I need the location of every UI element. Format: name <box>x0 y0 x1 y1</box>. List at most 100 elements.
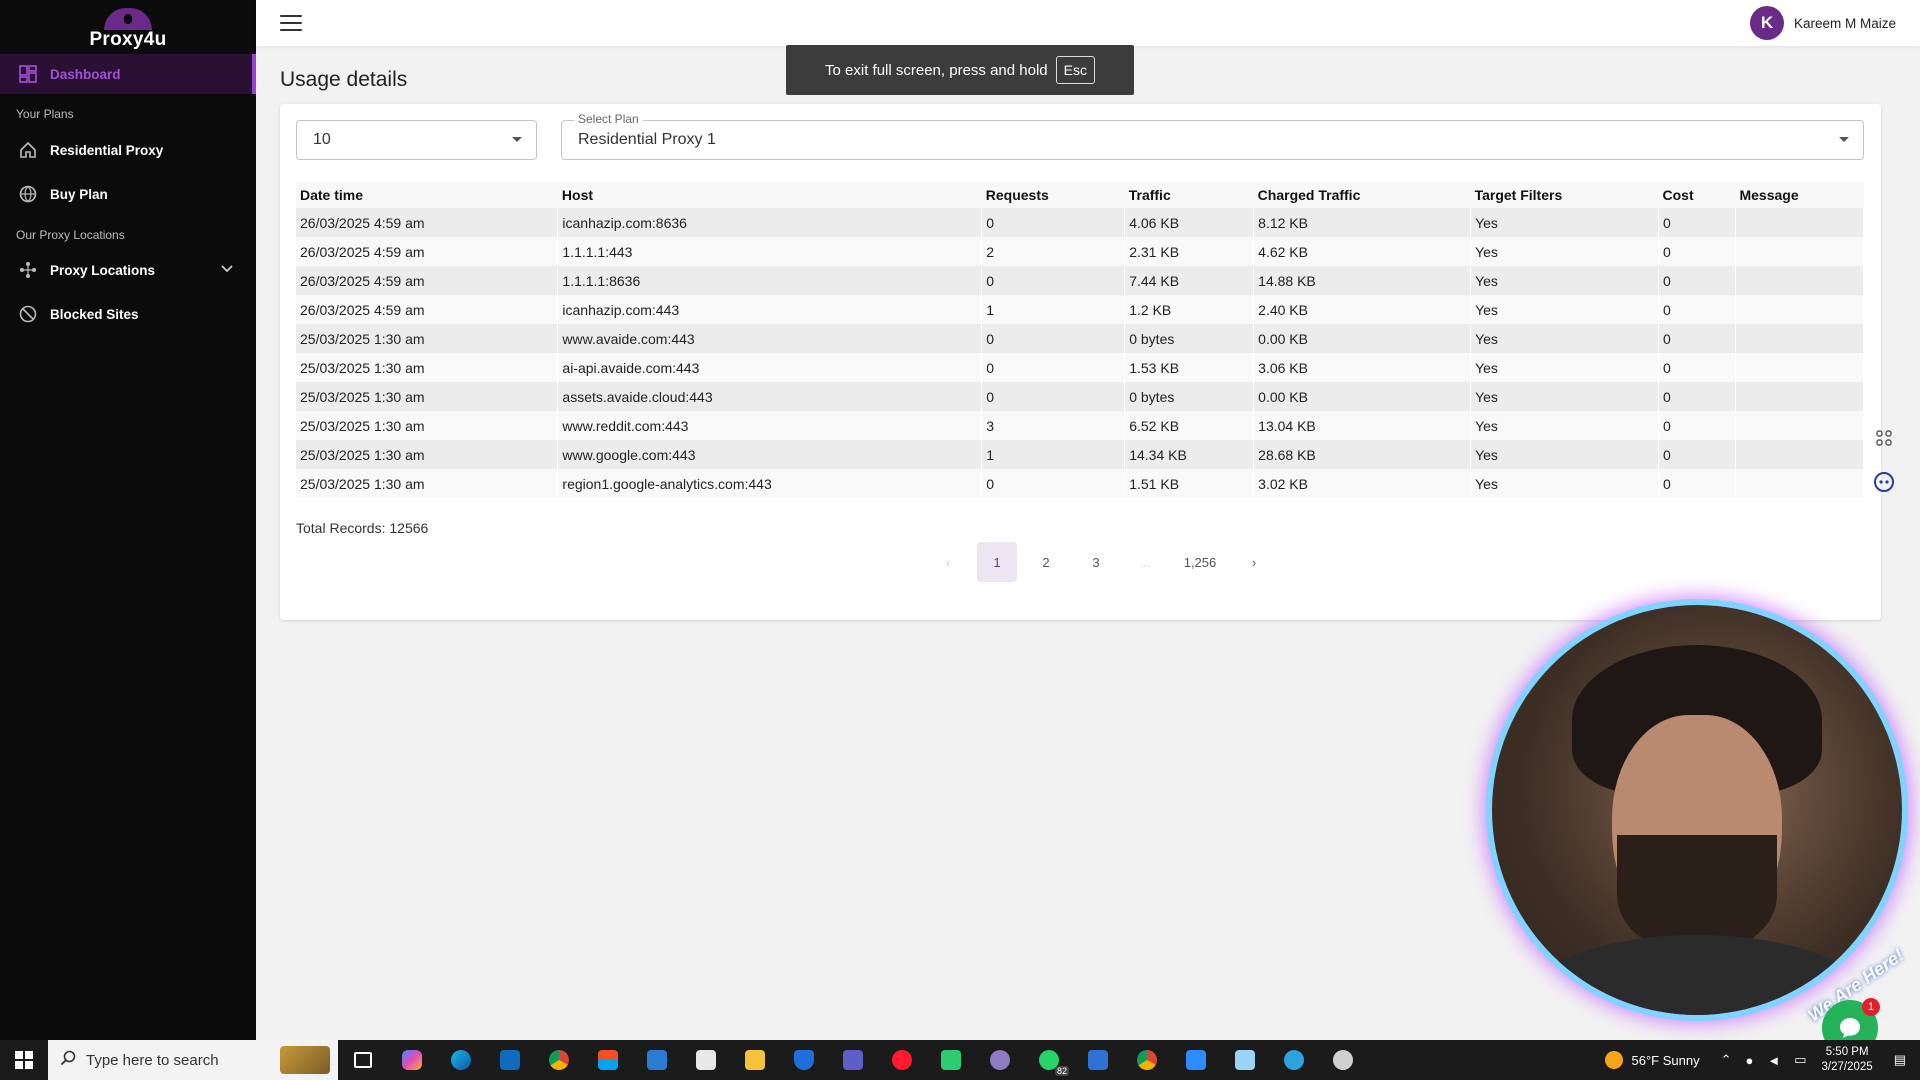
table-cell: 25/03/2025 1:30 am <box>296 353 559 382</box>
block-icon <box>18 304 38 324</box>
table-row[interactable]: 25/03/2025 1:30 am region1.google-analyti… <box>296 469 1865 498</box>
table-cell <box>1735 382 1865 411</box>
table-row[interactable]: 26/03/2025 4:59 am icanhazip.com:443 1 1.2 … <box>296 295 1865 324</box>
weather-widget[interactable]: 56°F Sunny <box>1605 1051 1700 1069</box>
table-cell: Yes <box>1470 237 1660 266</box>
table-row[interactable]: 26/03/2025 4:59 am 1.1.1.1:443 2 2.31 KB 4.6… <box>296 237 1865 266</box>
apps-grid-icon[interactable] <box>1872 426 1896 450</box>
table-row[interactable]: 25/03/2025 1:30 am assets.avaide.cloud:44… <box>296 382 1865 411</box>
chrome-icon[interactable] <box>534 1040 583 1080</box>
chevron-up-icon[interactable]: ⌃ <box>1721 1052 1732 1068</box>
pagination-page-1[interactable]: 1 <box>977 542 1017 582</box>
table-row[interactable]: 25/03/2025 1:30 am www.avaide.com:443 0 0 b… <box>296 324 1865 353</box>
file-explorer-icon[interactable] <box>730 1040 779 1080</box>
assistant-bot-icon[interactable] <box>1872 470 1896 494</box>
network-icon <box>18 260 38 280</box>
chat-notification-badge: 1 <box>1862 998 1880 1016</box>
notepad-icon[interactable] <box>681 1040 730 1080</box>
column-header[interactable]: Charged Traffic <box>1253 182 1471 208</box>
teams-icon[interactable] <box>828 1040 877 1080</box>
table-cell: 0.00 KB <box>1253 382 1472 411</box>
sidebar-item-label: Dashboard <box>50 66 121 82</box>
table-cell: 0 <box>981 208 1126 237</box>
column-header[interactable]: Traffic <box>1124 182 1254 208</box>
sidebar-item-buy-plan[interactable]: Buy Plan <box>0 174 256 214</box>
opera-icon[interactable] <box>877 1040 926 1080</box>
table-row[interactable]: 25/03/2025 1:30 am ai-api.avaide.com:443 0… <box>296 353 1865 382</box>
table-cell: 3.06 KB <box>1253 353 1472 382</box>
rows-per-page-select[interactable]: 10 <box>296 120 537 160</box>
sidebar-item-proxy-locations[interactable]: Proxy Locations <box>0 250 256 290</box>
whatsapp-badge: 82 <box>1054 1066 1069 1076</box>
sidebar-item-dashboard[interactable]: Dashboard <box>0 54 256 94</box>
pagination-last-page[interactable]: 1,256 <box>1172 542 1228 582</box>
pagination-page-2[interactable]: 2 <box>1026 542 1066 582</box>
copilot-icon[interactable] <box>387 1040 436 1080</box>
table-row[interactable]: 26/03/2025 4:59 am icanhazip.com:8636 0 4.0… <box>296 208 1865 237</box>
pen-icon[interactable] <box>1220 1040 1269 1080</box>
table-cell: 8.12 KB <box>1253 208 1472 237</box>
pagination-prev-button[interactable]: ‹ <box>928 542 968 582</box>
sidebar-item-label: Residential Proxy <box>50 142 164 158</box>
column-header[interactable]: Message <box>1735 182 1864 208</box>
volume-icon[interactable]: ◄ <box>1767 1053 1780 1068</box>
defender-icon[interactable] <box>779 1040 828 1080</box>
table-cell: 0 <box>1658 324 1736 353</box>
windows-start-icon[interactable] <box>0 1040 48 1080</box>
power-automate-icon[interactable] <box>1073 1040 1122 1080</box>
chevron-down-icon[interactable] <box>220 262 234 279</box>
system-tray: 56°F Sunny ⌃ ● ◄ ▭ 5:50 PM 3/27/2025 ▤ <box>1605 1040 1920 1080</box>
chrome-profile-icon[interactable] <box>1122 1040 1171 1080</box>
telegram-icon[interactable] <box>1269 1040 1318 1080</box>
sidebar-item-blocked-sites[interactable]: Blocked Sites <box>0 294 256 334</box>
page-title: Usage details <box>280 68 408 91</box>
app-icon[interactable] <box>1318 1040 1367 1080</box>
table-cell <box>1735 324 1865 353</box>
zoom-icon[interactable] <box>1171 1040 1220 1080</box>
logo[interactable]: Proxy4u <box>0 0 256 50</box>
docs-icon[interactable] <box>632 1040 681 1080</box>
clock[interactable]: 5:50 PM 3/27/2025 <box>1822 1045 1873 1075</box>
table-cell: icanhazip.com:443 <box>557 295 983 324</box>
table-cell: region1.google-analytics.com:443 <box>557 469 983 498</box>
plan-select-value: Residential Proxy 1 <box>578 131 716 148</box>
table-cell: Yes <box>1470 266 1660 295</box>
pagination-next-button[interactable]: › <box>1234 542 1274 582</box>
table-cell: 0 <box>1658 295 1736 324</box>
pagination-page-3[interactable]: 3 <box>1076 542 1116 582</box>
column-header[interactable]: Cost <box>1658 182 1736 208</box>
table-cell: 25/03/2025 1:30 am <box>296 440 559 469</box>
table-cell: Yes <box>1470 324 1660 353</box>
notifications-icon[interactable]: ▤ <box>1894 1052 1906 1068</box>
task-view-icon[interactable] <box>338 1040 387 1080</box>
table-cell: ai-api.avaide.com:443 <box>557 353 983 382</box>
whatsapp-icon[interactable]: 82 <box>1024 1040 1073 1080</box>
user-menu[interactable]: K Kareem M Maize <box>1749 6 1896 40</box>
column-header[interactable]: Requests <box>981 182 1125 208</box>
logo-lock-icon <box>98 6 158 30</box>
user-name: Kareem M Maize <box>1793 15 1896 31</box>
column-header[interactable]: Host <box>557 182 982 208</box>
plan-select[interactable]: Select Plan Residential Proxy 1 <box>561 112 1864 160</box>
column-header[interactable]: Date time <box>296 182 558 208</box>
hamburger-menu-icon[interactable] <box>280 12 302 34</box>
avatar[interactable]: K <box>1749 6 1784 40</box>
table-row[interactable]: 25/03/2025 1:30 am www.reddit.com:443 3 6.5… <box>296 411 1865 440</box>
sidebar-item-residential-proxy[interactable]: Residential Proxy <box>0 130 256 170</box>
network-icon[interactable]: ▭ <box>1794 1052 1806 1068</box>
table-cell: 14.88 KB <box>1253 266 1472 295</box>
outlook-icon[interactable] <box>485 1040 534 1080</box>
usage-table: Date time Host Requests Traffic Charged … <box>296 182 1865 498</box>
game-controller-icon[interactable] <box>926 1040 975 1080</box>
taskbar-search-input[interactable]: Type here to search <box>48 1040 338 1080</box>
table-cell: www.avaide.com:443 <box>557 324 983 353</box>
sidebar-item-label: Buy Plan <box>50 186 108 202</box>
table-row[interactable]: 25/03/2025 1:30 am www.google.com:443 1 14.… <box>296 440 1865 469</box>
edge-icon[interactable] <box>436 1040 485 1080</box>
table-cell: 28.68 KB <box>1253 440 1472 469</box>
column-header[interactable]: Target Filters <box>1470 182 1659 208</box>
settings-icon[interactable] <box>975 1040 1024 1080</box>
table-row[interactable]: 26/03/2025 4:59 am 1.1.1.1:8636 0 7.44 KB 14… <box>296 266 1865 295</box>
microphone-icon[interactable]: ● <box>1746 1053 1754 1068</box>
store-icon[interactable] <box>583 1040 632 1080</box>
